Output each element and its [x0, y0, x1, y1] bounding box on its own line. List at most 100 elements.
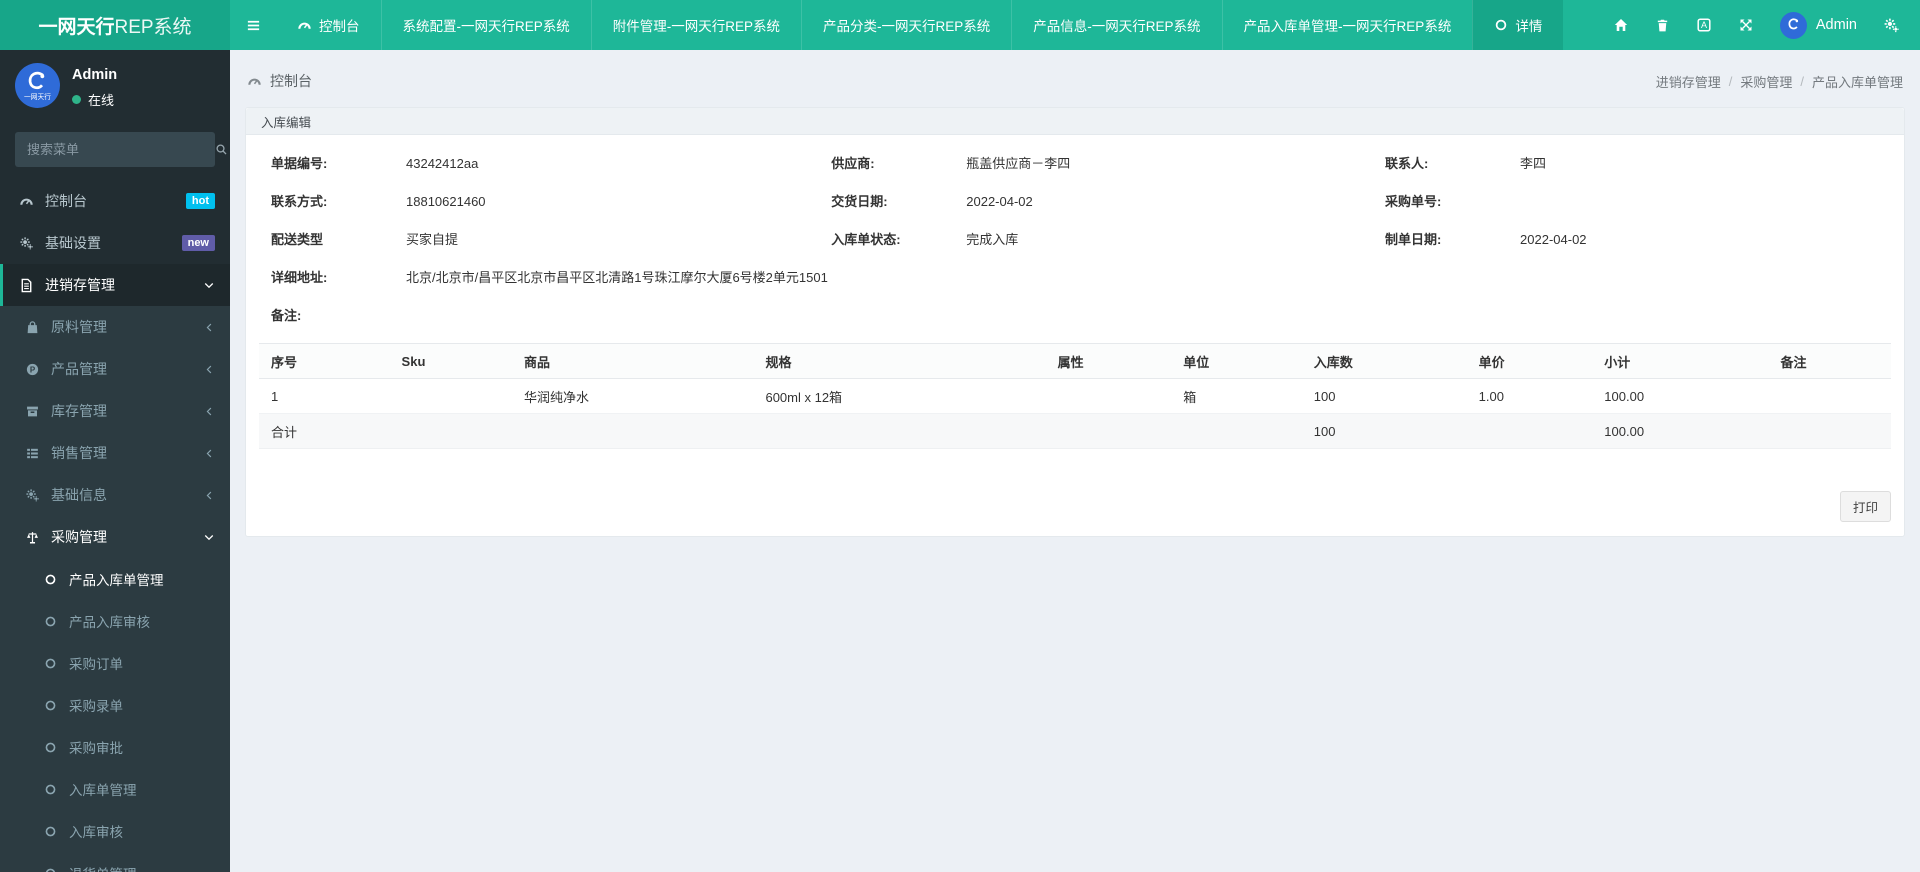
- sidebar-item-base-info[interactable]: 基础信息: [0, 474, 230, 516]
- cell-spec: 600ml x 12箱: [753, 378, 1046, 414]
- item-label: 采购审批: [69, 741, 123, 756]
- tab-stockin-order-mgmt[interactable]: 产品入库单管理-一网天行REP系统: [1221, 0, 1473, 50]
- sidebar-item-purchase-order[interactable]: 采购订单: [0, 642, 230, 684]
- sidebar-item-return-order-mgmt[interactable]: 退货单管理: [0, 852, 230, 872]
- tab-detail-active[interactable]: 详情: [1472, 0, 1564, 50]
- hamburger-icon: [246, 18, 261, 33]
- field-value: 买家自提: [406, 231, 459, 247]
- col-header-qty: 入库数: [1301, 343, 1467, 379]
- col-header-unit: 单位: [1171, 343, 1302, 379]
- tab-system-config[interactable]: 系统配置-一网天行REP系统: [380, 0, 591, 50]
- box-header: 入库编辑: [246, 108, 1904, 135]
- sidebar-item-inventory-mgmt[interactable]: 进销存管理: [0, 264, 230, 306]
- item-label: 基础信息: [51, 487, 107, 503]
- status-label: 在线: [88, 93, 115, 108]
- archive-box-icon: [24, 404, 40, 419]
- sidebar-item-warehouse-order-mgmt[interactable]: 入库单管理: [0, 768, 230, 810]
- col-header-remark: 备注: [1768, 343, 1891, 379]
- tab-label: 系统配置-一网天行REP系统: [402, 19, 570, 34]
- inventory-submenu: 原料管理 P 产品管理 库存管理 销售管理 基础信息 采购管理 产品入库单管理 …: [0, 306, 230, 872]
- product-p-icon: P: [24, 362, 40, 377]
- tab-attachment-mgmt[interactable]: 附件管理-一网天行REP系统: [590, 0, 801, 50]
- field-label: 详细地址:: [271, 269, 328, 285]
- sidebar-item-stockin-audit[interactable]: 产品入库审核: [0, 600, 230, 642]
- breadcrumb-separator: /: [1800, 74, 1804, 89]
- tab-product-category[interactable]: 产品分类-一网天行REP系统: [801, 0, 1011, 50]
- breadcrumb-item[interactable]: 进销存管理: [1656, 72, 1721, 91]
- brand-logo[interactable]: 一网天行 REP系统: [0, 0, 230, 50]
- sidebar-toggle-button[interactable]: [230, 0, 276, 50]
- top-navbar: 一网天行 REP系统 控制台 系统配置-一网天行REP系统 附件管理-一网天行RE…: [0, 0, 1920, 50]
- cell-empty: [511, 413, 754, 449]
- chevron-down-icon: [203, 531, 215, 543]
- field-value: 瓶盖供应商－李四: [966, 155, 1071, 171]
- field-label: 单据编号:: [271, 155, 328, 171]
- item-label: 退货单管理: [69, 863, 137, 872]
- cell-subtotal: 100.00: [1592, 378, 1769, 414]
- breadcrumb-item[interactable]: 产品入库单管理: [1812, 72, 1903, 91]
- fullscreen-icon[interactable]: [1738, 17, 1754, 33]
- dashboard-icon: [18, 194, 34, 209]
- field-purchase-no: 采购单号:: [1385, 191, 1904, 210]
- circle-o-icon: [42, 783, 58, 796]
- field-value: 李四: [1520, 155, 1547, 171]
- sidebar-item-product-mgmt[interactable]: P 产品管理: [0, 348, 230, 390]
- tab-product-info[interactable]: 产品信息-一网天行REP系统: [1011, 0, 1221, 50]
- sidebar-item-purchase-approval[interactable]: 采购审批: [0, 726, 230, 768]
- col-header-seq: 序号: [259, 343, 390, 379]
- cell-qty: 100: [1301, 378, 1467, 414]
- chevron-left-icon: [204, 448, 215, 459]
- sidebar-user-panel: 一网天行 Admin 在线: [0, 50, 230, 119]
- language-icon[interactable]: A: [1696, 17, 1712, 33]
- cell-total-subtotal: 100.00: [1592, 413, 1769, 449]
- field-value: 2022-04-02: [1520, 231, 1587, 247]
- avatar: [1779, 11, 1807, 39]
- form-row: 配送类型 买家自提 入库单状态: 完成入库 制单日期: 2022-04-02: [246, 219, 1904, 257]
- sidebar-item-purchase-mgmt[interactable]: 采购管理: [0, 516, 230, 558]
- col-header-spec: 规格: [753, 343, 1046, 379]
- svg-text:一网天行: 一网天行: [24, 92, 51, 101]
- sidebar-item-stock-mgmt[interactable]: 库存管理: [0, 390, 230, 432]
- cell-empty: [1768, 413, 1891, 449]
- svg-text:A: A: [1701, 20, 1707, 30]
- app-root: 一网天行 REP系统 控制台 系统配置-一网天行REP系统 附件管理-一网天行RE…: [0, 0, 1920, 872]
- page-title-label: 控制台: [270, 73, 312, 89]
- form-row: 单据编号: 43242412aa 供应商: 瓶盖供应商－李四 联系人: 李四: [246, 143, 1904, 181]
- cell-total-label: 合计: [259, 413, 390, 449]
- trash-icon[interactable]: [1655, 18, 1670, 33]
- field-label: 备注:: [271, 307, 302, 323]
- brand-bold: 一网天行: [38, 16, 115, 38]
- cell-empty: [1171, 413, 1302, 449]
- field-supplier: 供应商: 瓶盖供应商－李四: [831, 153, 1385, 172]
- field-value: 18810621460: [406, 193, 486, 209]
- sidebar-item-dashboard[interactable]: 控制台 hot: [0, 180, 230, 222]
- print-button[interactable]: 打印: [1839, 491, 1891, 522]
- field-delivery-date: 交货日期: 2022-04-02: [831, 191, 1385, 210]
- item-label: 采购订单: [69, 657, 123, 672]
- field-contact-person: 联系人: 李四: [1385, 153, 1904, 172]
- sidebar-item-stockin-order-mgmt[interactable]: 产品入库单管理: [0, 558, 230, 600]
- gears-icon[interactable]: [1883, 17, 1900, 34]
- sidebar-item-base-settings[interactable]: 基础设置 new: [0, 222, 230, 264]
- sidebar-item-raw-material[interactable]: 原料管理: [0, 306, 230, 348]
- search-icon[interactable]: [215, 143, 228, 156]
- tab-label: 附件管理-一网天行REP系统: [612, 19, 781, 34]
- breadcrumb: 进销存管理 / 采购管理 / 产品入库单管理: [1656, 72, 1903, 91]
- chevron-left-icon: [204, 490, 215, 501]
- user-menu[interactable]: Admin: [1779, 11, 1857, 39]
- breadcrumb-item[interactable]: 采购管理: [1740, 72, 1792, 91]
- field-label: 制单日期:: [1385, 231, 1442, 247]
- search-input[interactable]: [15, 142, 215, 157]
- sidebar-item-sales-mgmt[interactable]: 销售管理: [0, 432, 230, 474]
- tab-dashboard[interactable]: 控制台: [276, 0, 381, 50]
- item-label: 采购录单: [69, 699, 123, 714]
- user-status[interactable]: 在线: [72, 90, 117, 109]
- tab-label: 控制台: [319, 19, 360, 34]
- sidebar-item-warehouse-audit[interactable]: 入库审核: [0, 810, 230, 852]
- item-label: 销售管理: [51, 445, 107, 461]
- home-icon[interactable]: [1613, 17, 1629, 33]
- item-label: 库存管理: [51, 403, 107, 419]
- col-header-attr: 属性: [1045, 343, 1172, 379]
- sidebar-item-purchase-entry[interactable]: 采购录单: [0, 684, 230, 726]
- field-address: 详细地址: 北京/北京市/昌平区北京市昌平区北清路1号珠江摩尔大厦6号楼2单元15…: [246, 267, 1904, 286]
